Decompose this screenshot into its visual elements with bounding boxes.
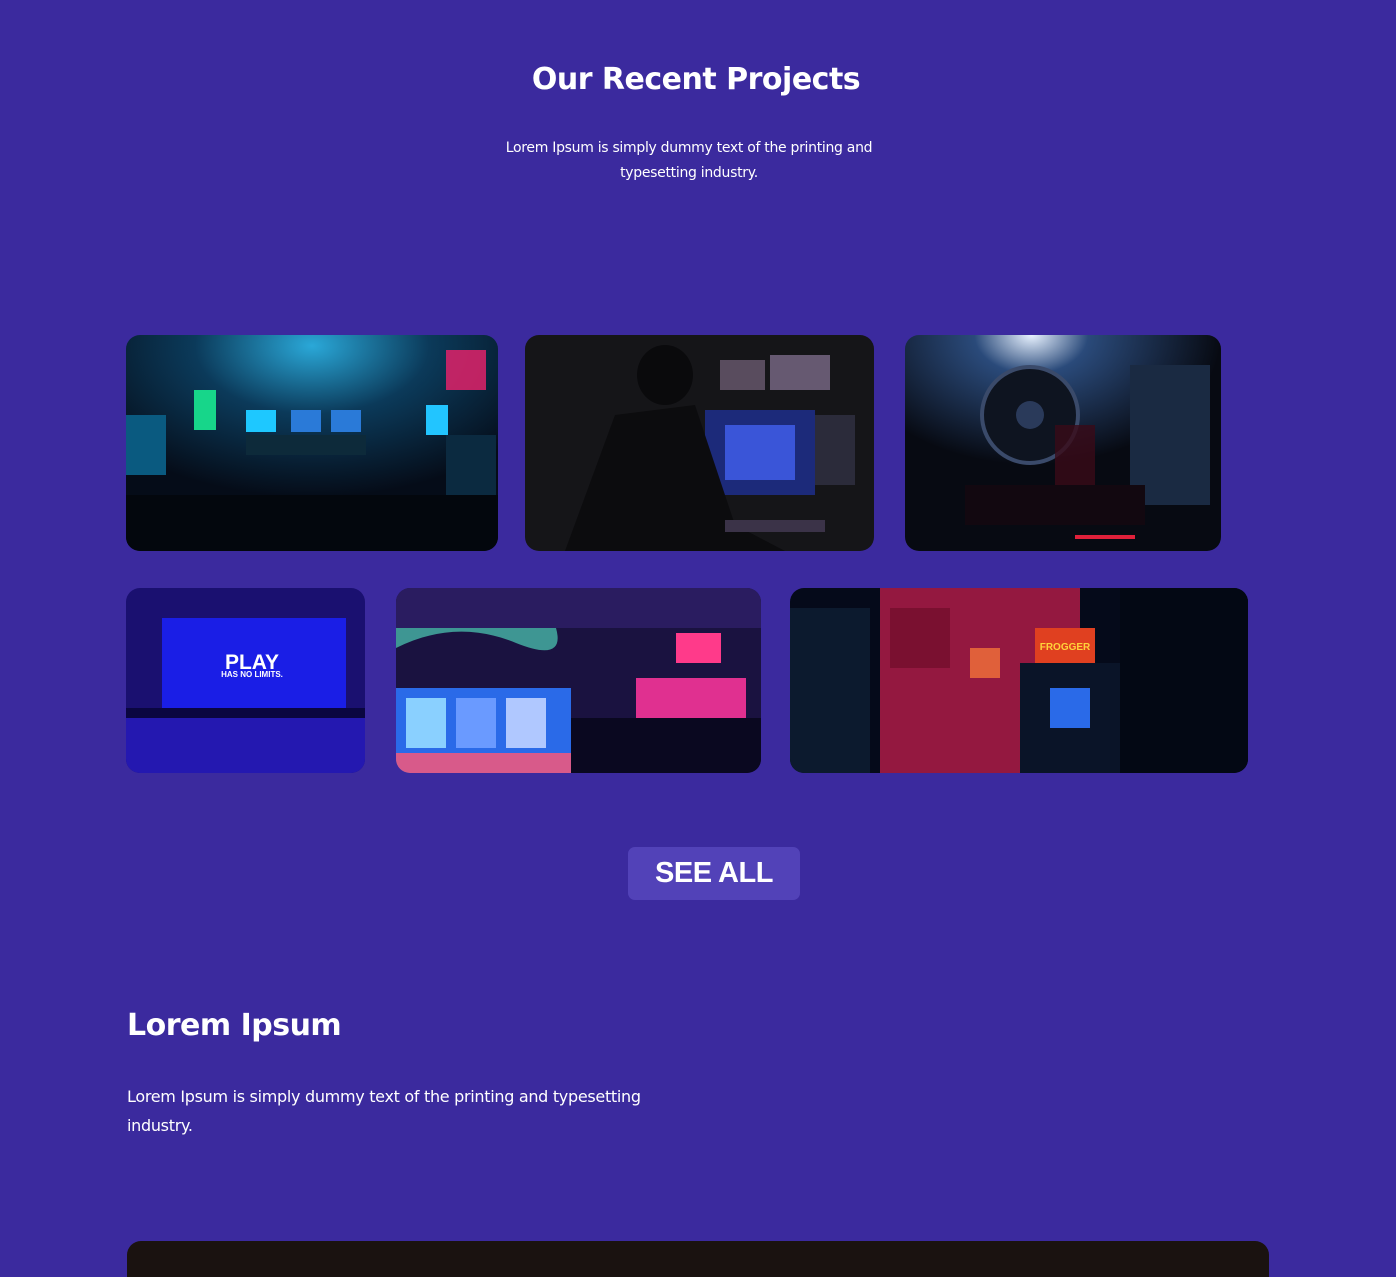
play-screen-subtitle: HAS NO LIMITS. xyxy=(221,670,283,679)
dark-panel xyxy=(127,1241,1269,1277)
project-card-neon-arcade[interactable] xyxy=(396,588,761,773)
project-image-play-screen: PLAY HAS NO LIMITS. xyxy=(126,588,365,773)
project-card-arcade-room[interactable] xyxy=(126,335,498,551)
project-image-pc-internals xyxy=(905,335,1221,551)
projects-title: Our Recent Projects xyxy=(531,62,861,97)
project-image-red-arcade: FROGGER xyxy=(790,588,1248,773)
project-image-arcade-room xyxy=(126,335,498,551)
section-description: Lorem Ipsum is simply dummy text of the … xyxy=(127,1087,641,1135)
project-card-play-screen[interactable]: PLAY HAS NO LIMITS. xyxy=(126,588,365,773)
project-card-red-arcade[interactable]: FROGGER xyxy=(790,588,1248,773)
project-card-gamer[interactable] xyxy=(525,335,874,551)
project-image-gamer xyxy=(525,335,874,551)
see-all-button[interactable]: SEE ALL xyxy=(628,847,800,900)
section-title: Lorem Ipsum xyxy=(127,1008,342,1043)
project-image-neon-arcade xyxy=(396,588,761,773)
project-card-pc-internals[interactable] xyxy=(905,335,1221,551)
frogger-sign: FROGGER xyxy=(1040,642,1091,653)
projects-description: Lorem Ipsum is simply dummy text of the … xyxy=(505,140,873,181)
